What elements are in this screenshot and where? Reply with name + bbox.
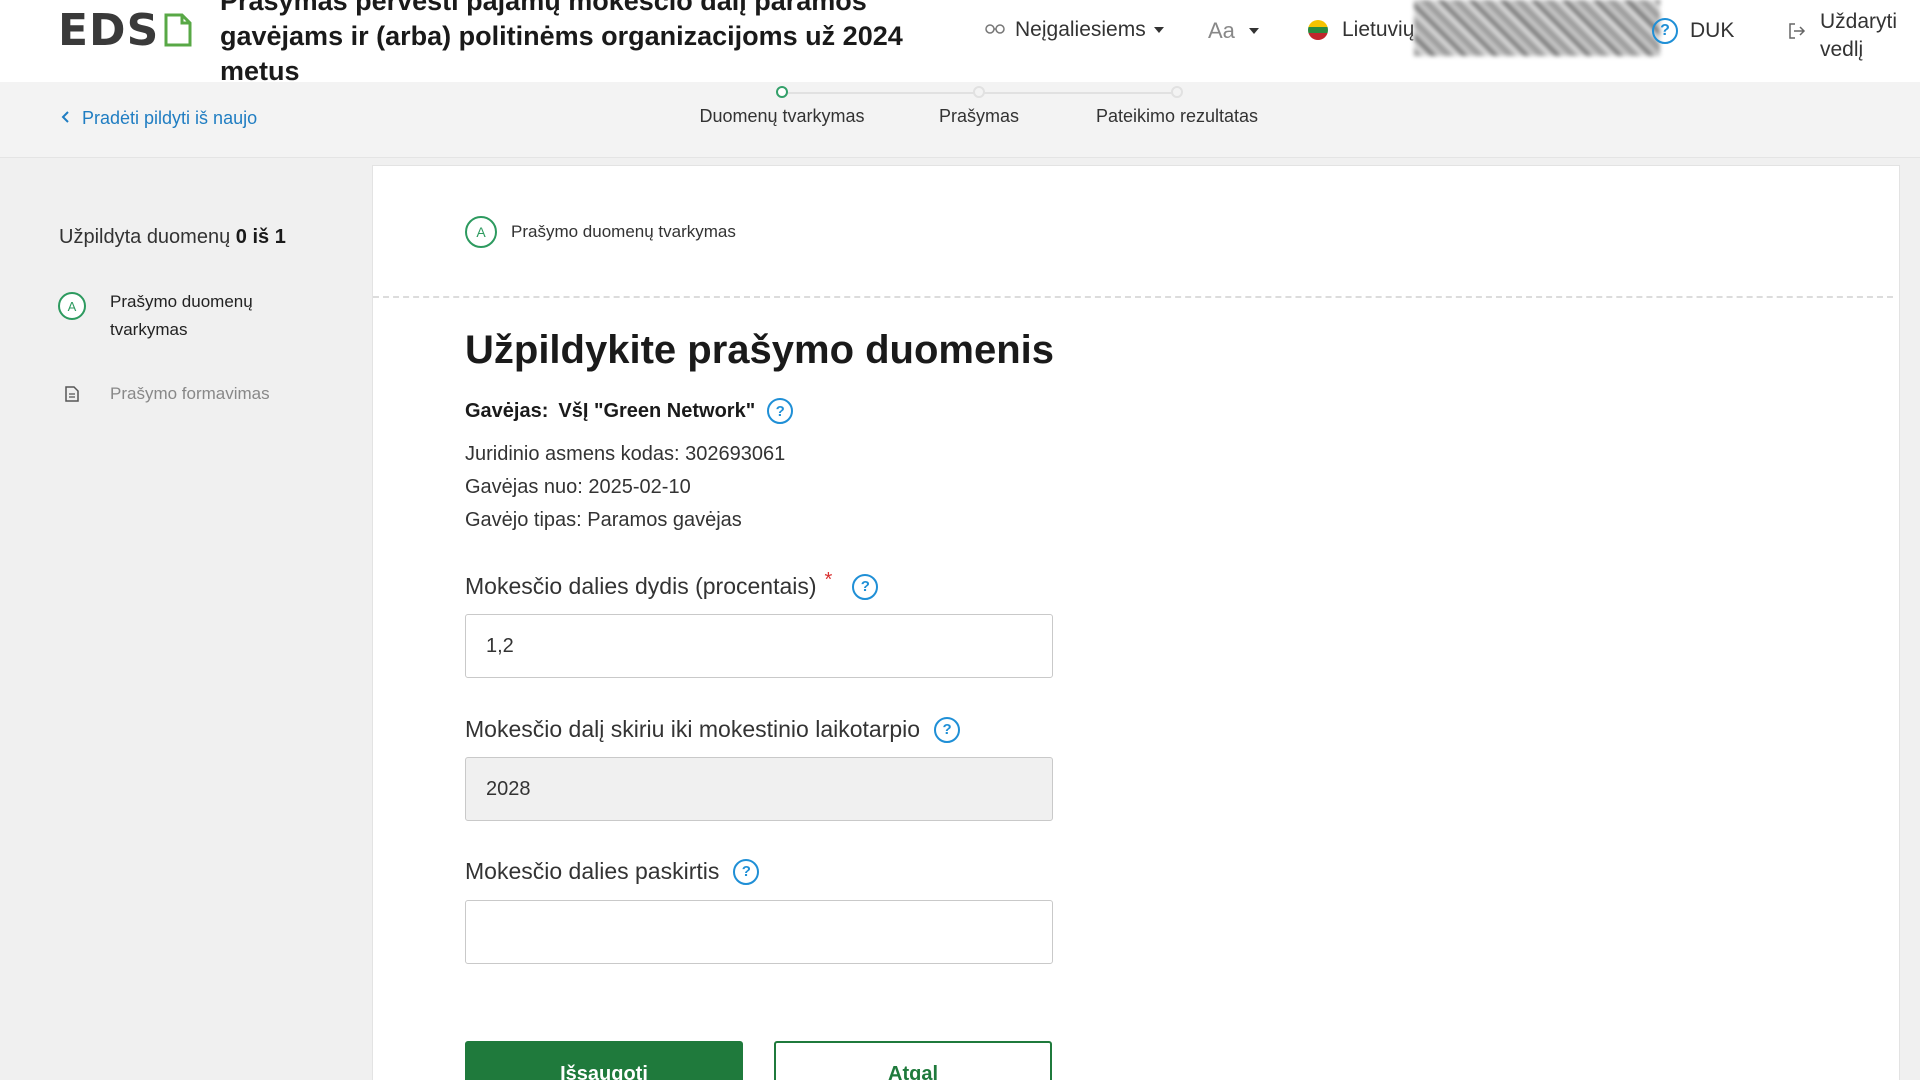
percent-field-label: Mokesčio dalies dydis (procentais) * ? (465, 569, 879, 600)
required-marker: * (824, 569, 833, 591)
document-icon (58, 380, 86, 408)
sidebar-item-label: Prašymo formavimas (110, 384, 270, 403)
sidebar-item-data-management[interactable]: A Prašymo duomenų tvarkymas (58, 288, 290, 344)
logo-text: EDS (58, 4, 160, 56)
filled-prefix: Užpildyta duomenų (59, 226, 231, 248)
language-label: Lietuvių (1342, 18, 1415, 41)
section-title: Prašymo duomenų tvarkymas (511, 222, 736, 241)
glasses-icon (985, 21, 1005, 39)
section-header: A Prašymo duomenų tvarkymas (465, 216, 736, 248)
period-value: 2028 (486, 777, 531, 800)
caret-down-icon (1153, 27, 1164, 33)
recipient-since: Gavėjas nuo: 2025-02-10 (465, 476, 691, 498)
accessibility-label: Neįgaliesiems (1015, 18, 1146, 41)
recipient-type: Gavėjo tipas: Paramos gavėjas (465, 509, 742, 531)
period-field-label: Mokesčio dalį skiriu iki mokestinio laik… (465, 716, 961, 743)
font-size-label: Aa (1208, 18, 1235, 43)
step-dot-active (776, 86, 788, 98)
step-dot (1171, 86, 1183, 98)
section-badge: A (465, 216, 497, 248)
sidebar-item-label: Prašymo duomenų tvarkymas (110, 292, 253, 339)
step-label: Duomenų tvarkymas (699, 106, 865, 126)
purpose-field-label: Mokesčio dalies paskirtis ? (465, 858, 760, 885)
user-info-redacted (1414, 0, 1660, 56)
step-data-management: Duomenų tvarkymas (697, 82, 867, 127)
sidebar-item-request-forming: Prašymo formavimas (58, 380, 290, 408)
step-label: Pateikimo rezultatas (1095, 106, 1259, 126)
purpose-label-text: Mokesčio dalies paskirtis (465, 858, 720, 884)
lithuania-flag-icon (1308, 20, 1328, 40)
restart-label: Pradėti pildyti iš naujo (82, 108, 258, 128)
period-input: 2028 (465, 757, 1053, 821)
filled-progress: Užpildyta duomenų 0 iš 1 (59, 226, 286, 249)
percent-label-text: Mokesčio dalies dydis (procentais) (465, 573, 817, 599)
recipient-name: VšĮ "Green Network" (558, 399, 756, 422)
legal-code: Juridinio asmens kodas: 302693061 (465, 443, 786, 465)
form-heading: Užpildykite prašymo duomenis (465, 328, 1055, 372)
font-size-menu[interactable]: Aa (1208, 18, 1259, 44)
help-circle-icon: ? (1652, 18, 1678, 44)
form-card: A Prašymo duomenų tvarkymas Užpildykite … (372, 165, 1900, 1080)
faq-link[interactable]: ? DUK (1652, 18, 1734, 44)
faq-label: DUK (1690, 19, 1735, 42)
back-button[interactable]: Atgal (774, 1041, 1052, 1080)
percent-input[interactable]: 1,2 (465, 614, 1053, 678)
wizard-subheader: Pradėti pildyti iš naujo Duomenų tvarkym… (0, 82, 1920, 158)
chevron-left-icon (60, 108, 70, 129)
top-header: EDS Prašymas pervesti pajamų mokesčio da… (0, 0, 1920, 86)
eds-logo[interactable]: EDS (58, 5, 193, 56)
help-circle-icon[interactable]: ? (767, 398, 794, 424)
section-divider (373, 296, 1893, 298)
page-title: Prašymas pervesti pajamų mokesčio dalį p… (220, 0, 903, 86)
document-logo-icon (164, 13, 192, 47)
recipient-label: Gavėjas: (465, 399, 549, 422)
help-circle-icon[interactable]: ? (733, 858, 760, 885)
step-label: Prašymas (938, 106, 1019, 126)
caret-down-icon (1248, 28, 1259, 34)
exit-icon (1788, 22, 1806, 45)
help-circle-icon[interactable]: ? (934, 716, 961, 743)
period-label-text: Mokesčio dalį skiriu iki mokestinio laik… (465, 716, 921, 742)
restart-link[interactable]: Pradėti pildyti iš naujo (60, 108, 257, 129)
percent-value: 1,2 (486, 634, 514, 657)
save-button[interactable]: Išsaugoti (465, 1041, 743, 1080)
language-menu[interactable]: Lietuvių (1308, 18, 1414, 42)
filled-count: 0 iš 1 (235, 226, 286, 248)
close-wizard-button[interactable]: Uždaryti vedlį (1788, 8, 1920, 64)
progress-sidebar: Užpildyta duomenų 0 iš 1 A Prašymo duome… (0, 160, 372, 1080)
help-circle-icon[interactable]: ? (852, 573, 879, 600)
recipient-line: Gavėjas: VšĮ "Green Network" ? (465, 398, 794, 424)
purpose-input[interactable] (465, 900, 1053, 964)
step-request: Prašymas (929, 82, 1029, 127)
step-result: Pateikimo rezultatas (1092, 82, 1262, 127)
accessibility-menu[interactable]: Neįgaliesiems (985, 18, 1164, 42)
close-label: Uždaryti vedlį (1820, 10, 1898, 61)
step-dot (973, 86, 985, 98)
step-badge: A (58, 292, 86, 320)
